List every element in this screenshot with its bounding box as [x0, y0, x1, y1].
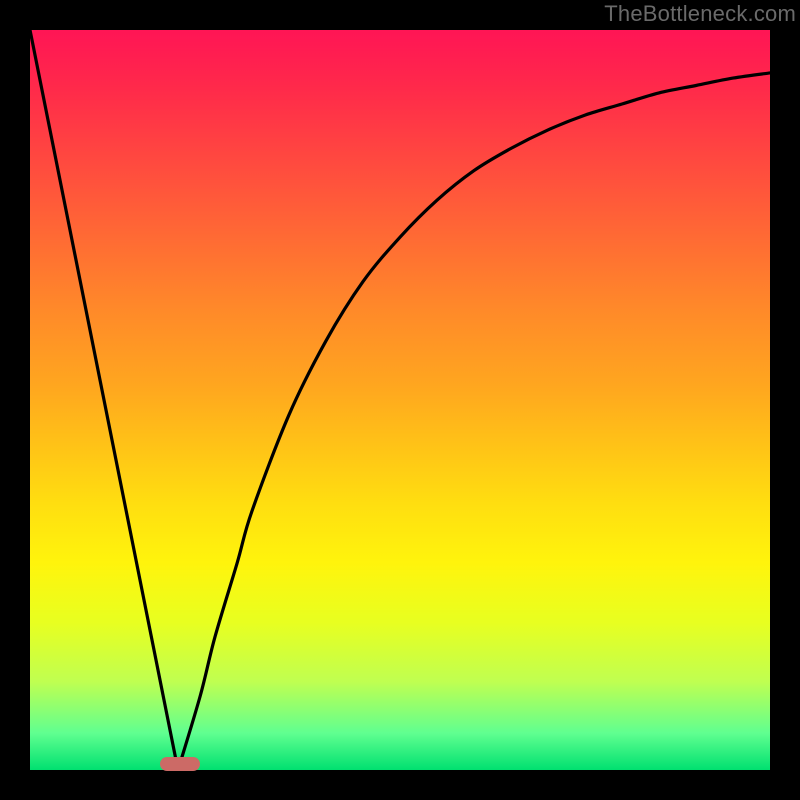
chart-canvas: TheBottleneck.com	[0, 0, 800, 800]
bottleneck-marker	[160, 757, 200, 772]
right-curve	[178, 73, 770, 770]
plot-area	[30, 30, 770, 770]
left-line	[30, 30, 178, 770]
curve-layer	[30, 30, 770, 770]
watermark-text: TheBottleneck.com	[604, 1, 796, 27]
